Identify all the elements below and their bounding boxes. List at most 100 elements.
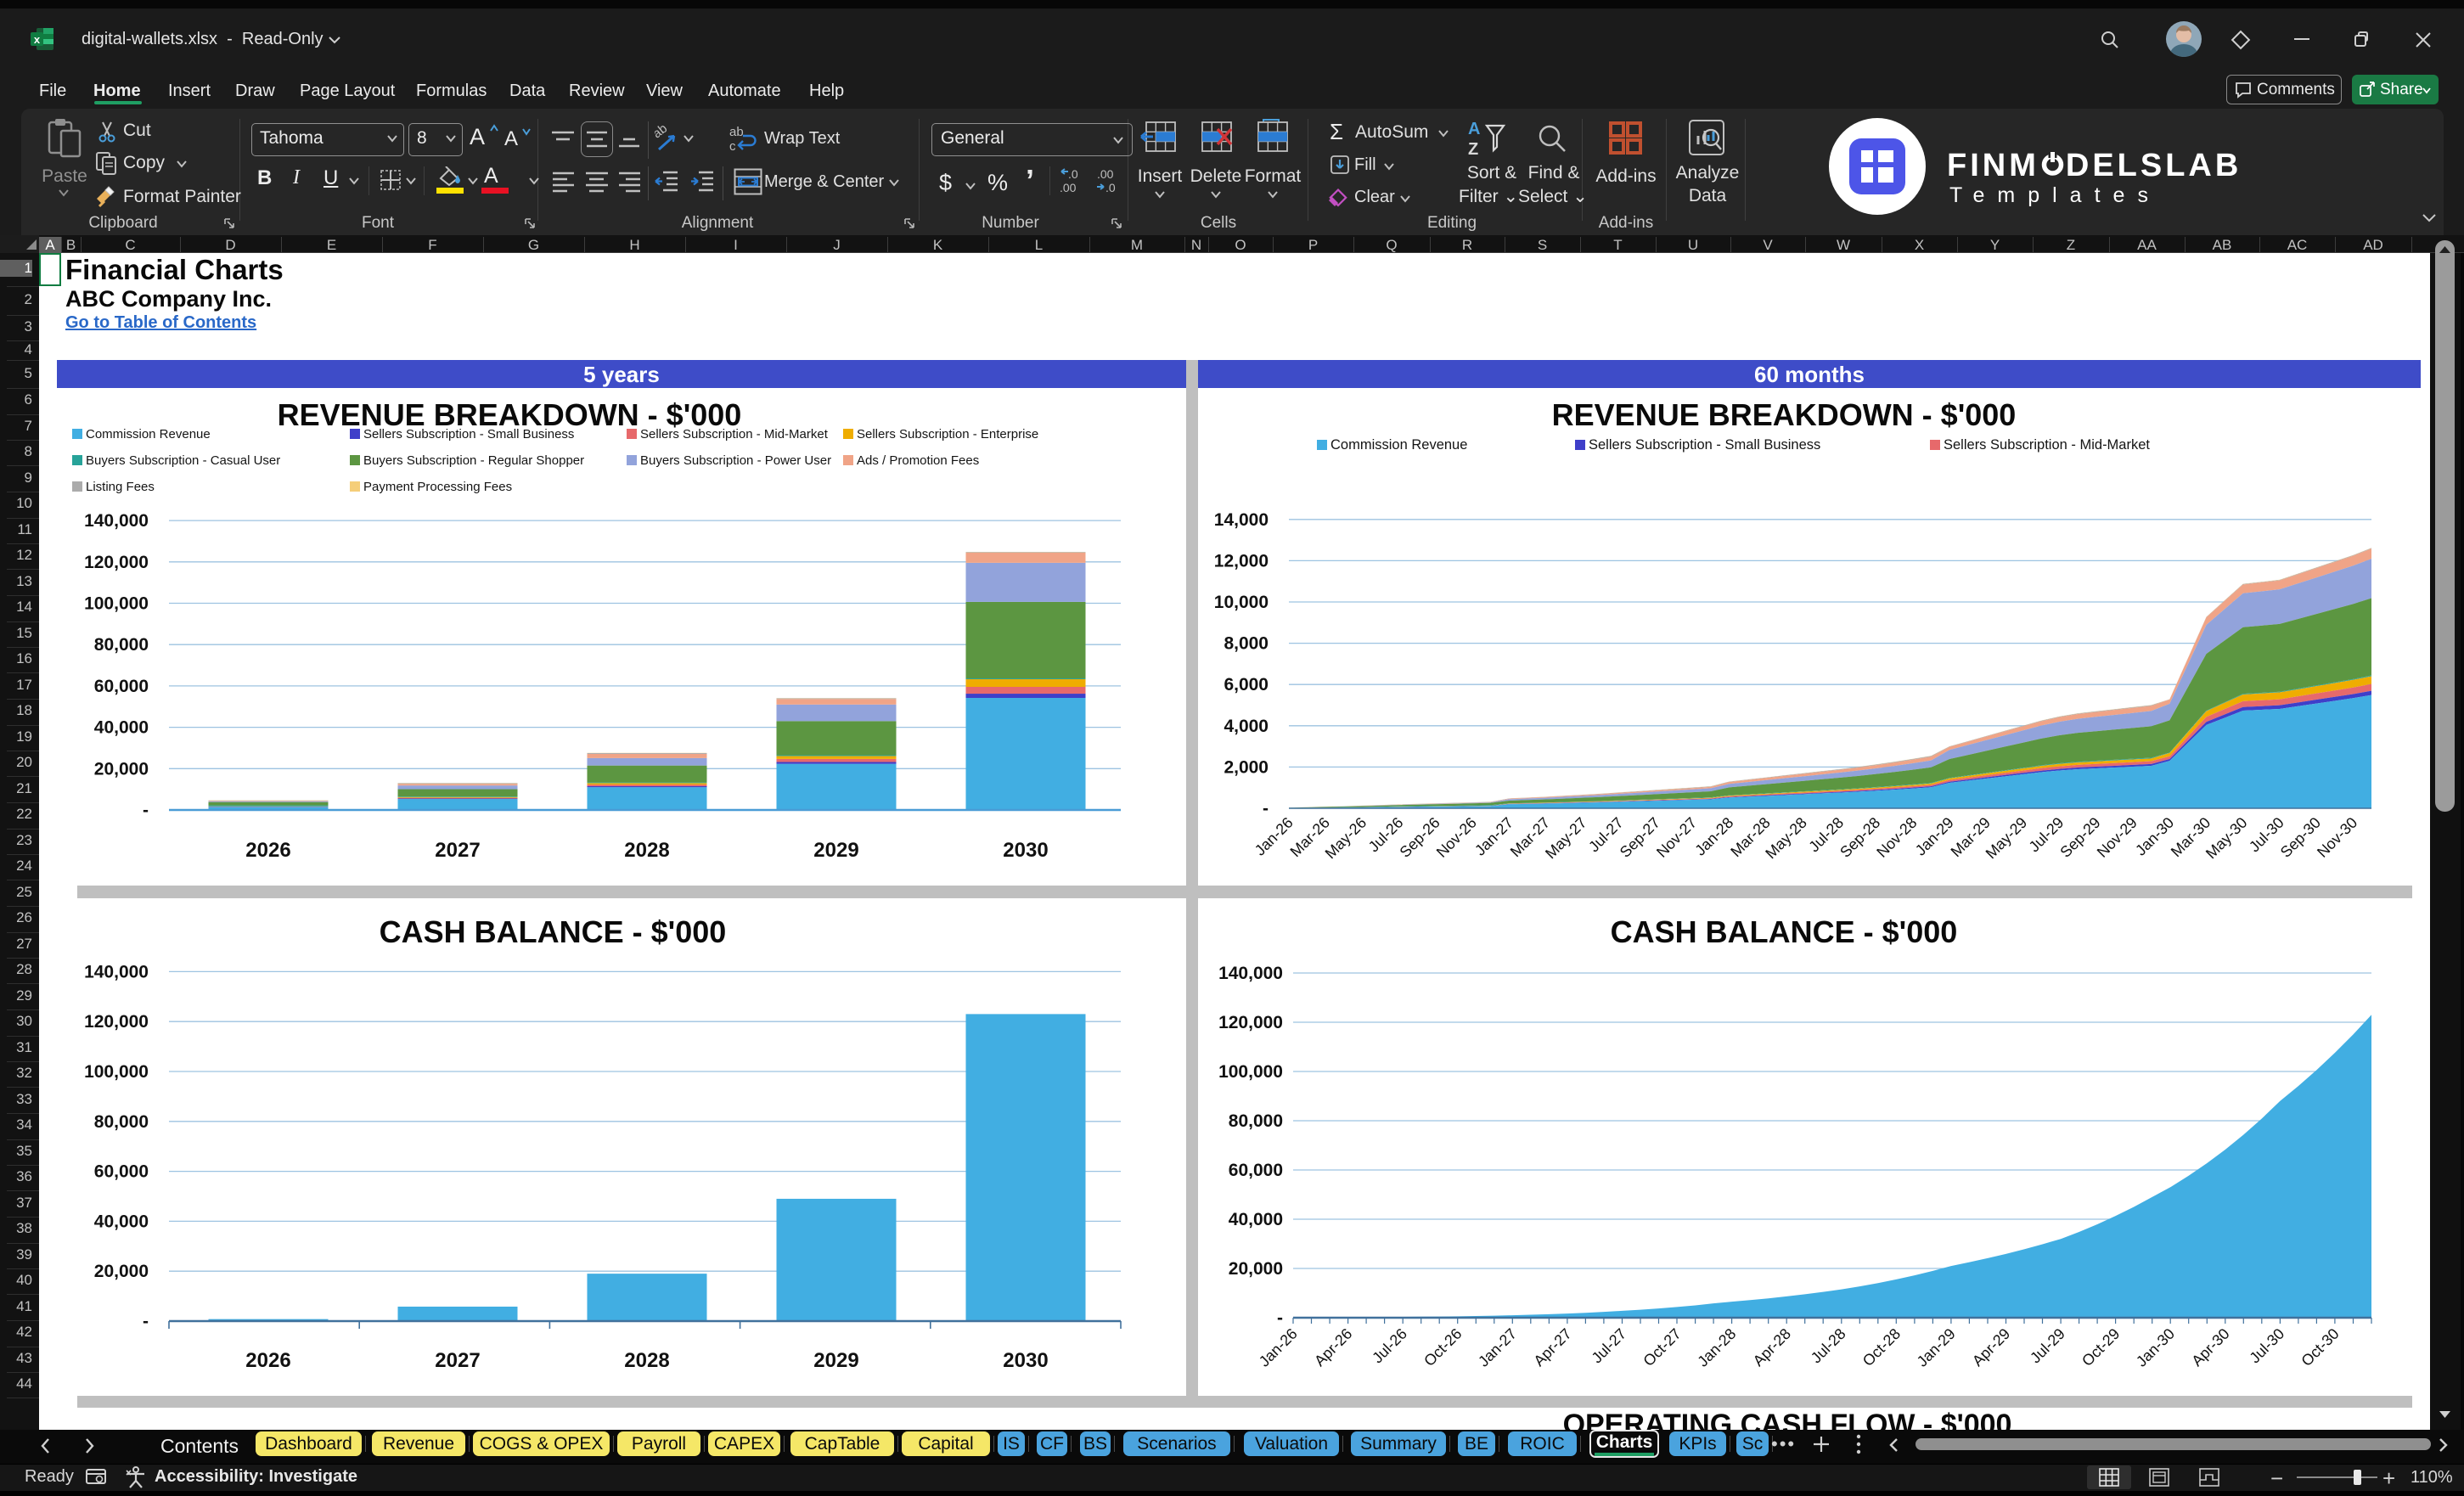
svg-text:60,000: 60,000	[1229, 1161, 1283, 1180]
svg-text:2028: 2028	[624, 839, 669, 862]
svg-text:Jan-26: Jan-26	[1256, 1325, 1301, 1370]
svg-text:Sep-28: Sep-28	[1837, 814, 1883, 861]
svg-text:Jan-26: Jan-26	[1252, 814, 1297, 859]
svg-text:40,000: 40,000	[94, 1212, 149, 1231]
svg-text:14,000: 14,000	[1214, 510, 1269, 530]
svg-text:Sep-27: Sep-27	[1617, 814, 1663, 861]
svg-text:.00: .00	[1060, 181, 1077, 194]
svg-text:Oct-26: Oct-26	[1420, 1325, 1465, 1369]
svg-text:2029: 2029	[813, 839, 858, 862]
svg-text:Sellers Subscription - Mid-Mar: Sellers Subscription - Mid-Market	[640, 427, 829, 441]
svg-text:2026: 2026	[245, 839, 290, 862]
svg-text:140,000: 140,000	[1218, 964, 1283, 983]
svg-text:Oct-27: Oct-27	[1640, 1325, 1684, 1369]
svg-text:2030: 2030	[1003, 1349, 1048, 1372]
svg-text:Jan-28: Jan-28	[1694, 1325, 1739, 1370]
svg-text:.0: .0	[1068, 167, 1078, 181]
svg-text:80,000: 80,000	[94, 635, 149, 655]
svg-text:CASH BALANCE - $'000: CASH BALANCE - $'000	[1611, 914, 1958, 949]
svg-text:40,000: 40,000	[1229, 1210, 1283, 1229]
svg-text:May-27: May-27	[1542, 814, 1590, 863]
svg-text:140,000: 140,000	[84, 511, 149, 531]
svg-text:60,000: 60,000	[94, 1162, 149, 1182]
svg-text:c: c	[729, 139, 736, 154]
svg-text:Sellers Subscription - Small B: Sellers Subscription - Small Business	[1589, 437, 1820, 453]
svg-text:2027: 2027	[435, 839, 480, 862]
svg-text:May-30: May-30	[2202, 814, 2251, 863]
svg-text:Apr-29: Apr-29	[1969, 1325, 2013, 1369]
svg-text:4,000: 4,000	[1224, 717, 1269, 736]
svg-text:-: -	[143, 1312, 149, 1331]
svg-text:60,000: 60,000	[94, 677, 149, 696]
svg-text:Jan-27: Jan-27	[1471, 814, 1516, 859]
svg-text:Payment Processing Fees: Payment Processing Fees	[363, 480, 512, 494]
svg-text:40,000: 40,000	[94, 718, 149, 738]
svg-text:Sep-26: Sep-26	[1397, 814, 1443, 861]
svg-text:Jul-29: Jul-29	[2027, 1325, 2068, 1367]
svg-text:Jul-30: Jul-30	[2246, 1325, 2287, 1367]
svg-text:Sep-29: Sep-29	[2056, 814, 2103, 861]
svg-text:-: -	[143, 801, 149, 820]
svg-text:Jan-30: Jan-30	[2133, 1325, 2178, 1370]
svg-text:.00: .00	[1097, 167, 1114, 181]
svg-text:Jan-30: Jan-30	[2132, 814, 2177, 859]
svg-text:Oct-28: Oct-28	[1859, 1325, 1904, 1369]
svg-text:8,000: 8,000	[1224, 634, 1269, 654]
svg-text:Jan-29: Jan-29	[1912, 814, 1957, 859]
svg-text:Nov-30: Nov-30	[2314, 814, 2360, 861]
svg-text:Nov-28: Nov-28	[1873, 814, 1920, 861]
svg-text:Listing Fees: Listing Fees	[86, 480, 155, 494]
svg-text:May-26: May-26	[1322, 814, 1370, 863]
svg-text:Jul-27: Jul-27	[1589, 1325, 1630, 1367]
svg-text:-: -	[1277, 1308, 1283, 1328]
svg-text:20,000: 20,000	[94, 1262, 149, 1281]
svg-text:-: -	[1263, 799, 1269, 818]
svg-text:Apr-30: Apr-30	[2188, 1325, 2232, 1369]
svg-text:Commission Revenue: Commission Revenue	[86, 427, 211, 441]
svg-text:Nov-27: Nov-27	[1653, 814, 1700, 861]
svg-text:A: A	[1468, 120, 1480, 138]
svg-text:.0: .0	[1105, 181, 1116, 194]
svg-text:x: x	[34, 33, 41, 46]
svg-text:Apr-27: Apr-27	[1530, 1325, 1574, 1369]
svg-text:20,000: 20,000	[1229, 1259, 1283, 1279]
svg-text:May-29: May-29	[1983, 814, 2031, 863]
svg-text:2026: 2026	[245, 1349, 290, 1372]
svg-text:2027: 2027	[435, 1349, 480, 1372]
svg-text:100,000: 100,000	[84, 594, 149, 614]
svg-text:2,000: 2,000	[1224, 757, 1269, 777]
svg-text:Sellers Subscription - Enterpr: Sellers Subscription - Enterprise	[857, 427, 1038, 441]
svg-text:Ads / Promotion Fees: Ads / Promotion Fees	[857, 453, 979, 468]
svg-text:REVENUE BREAKDOWN - $'000: REVENUE BREAKDOWN - $'000	[1552, 397, 2017, 432]
svg-text:120,000: 120,000	[1218, 1013, 1283, 1032]
svg-text:ab: ab	[729, 125, 744, 139]
svg-text:Jul-26: Jul-26	[1369, 1325, 1410, 1367]
svg-text:2028: 2028	[624, 1349, 669, 1372]
svg-text:2030: 2030	[1003, 839, 1048, 862]
svg-text:Nov-26: Nov-26	[1433, 814, 1480, 861]
svg-text:Sellers Subscription - Small B: Sellers Subscription - Small Business	[363, 427, 574, 441]
svg-text:120,000: 120,000	[84, 1012, 149, 1032]
svg-text:CASH BALANCE - $'000: CASH BALANCE - $'000	[380, 914, 727, 949]
svg-text:Buyers Subscription - Casual U: Buyers Subscription - Casual User	[86, 453, 280, 468]
svg-text:80,000: 80,000	[94, 1112, 149, 1132]
svg-text:20,000: 20,000	[94, 759, 149, 779]
svg-text:100,000: 100,000	[1218, 1062, 1283, 1082]
svg-text:80,000: 80,000	[1229, 1111, 1283, 1131]
svg-text:Sep-30: Sep-30	[2277, 814, 2324, 861]
svg-text:Oct-30: Oct-30	[2298, 1325, 2342, 1369]
svg-text:Sellers Subscription - Mid-Mar: Sellers Subscription - Mid-Market	[1944, 437, 2150, 453]
svg-text:100,000: 100,000	[84, 1062, 149, 1082]
svg-text:140,000: 140,000	[84, 962, 149, 981]
svg-text:120,000: 120,000	[84, 553, 149, 572]
svg-text:6,000: 6,000	[1224, 675, 1269, 695]
svg-text:Buyers Subscription - Power Us: Buyers Subscription - Power User	[640, 453, 831, 468]
svg-text:Nov-29: Nov-29	[2094, 814, 2141, 861]
svg-text:Apr-28: Apr-28	[1750, 1325, 1794, 1369]
svg-text:2029: 2029	[813, 1349, 858, 1372]
svg-text:Z: Z	[1468, 140, 1478, 158]
svg-text:12,000: 12,000	[1214, 551, 1269, 571]
svg-text:Jul-28: Jul-28	[1808, 1325, 1849, 1367]
svg-text:Oct-29: Oct-29	[2079, 1325, 2123, 1369]
svg-text:Apr-26: Apr-26	[1311, 1325, 1355, 1369]
